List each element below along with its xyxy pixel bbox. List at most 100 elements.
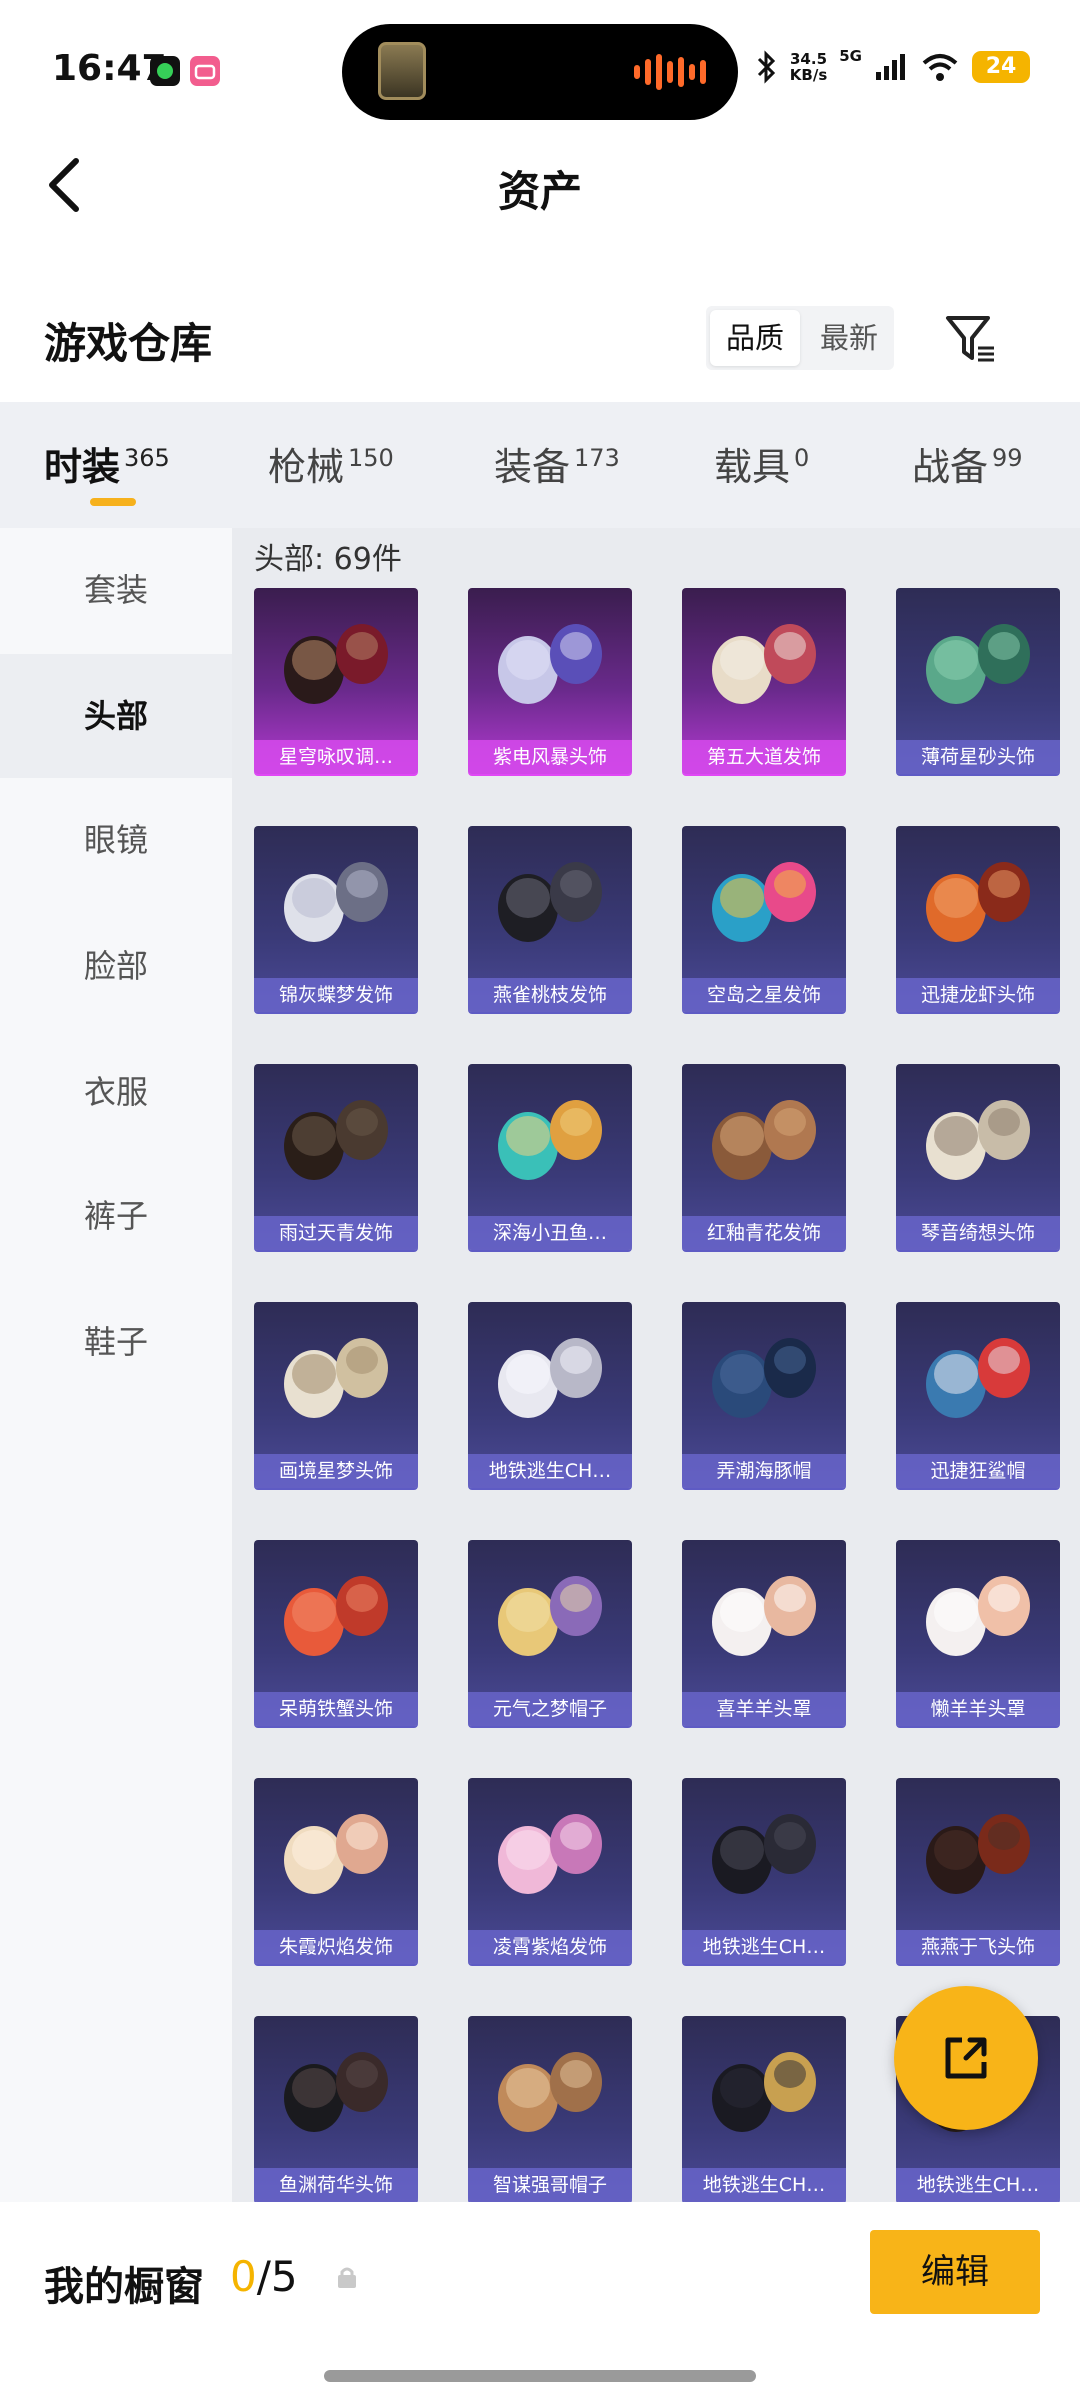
share-button[interactable] (894, 1986, 1038, 2130)
tab-fashion[interactable]: 时装 365 (44, 436, 170, 491)
headwear-icon (498, 1814, 602, 1894)
grid-item-card[interactable]: 凌霄紫焰发饰 (468, 1778, 632, 1964)
grid-item-label: 燕燕于飞头饰 (896, 1930, 1060, 1964)
grid-item-label: 地铁逃生CH… (896, 2168, 1060, 2202)
showcase-count: 0/5 (230, 2252, 298, 2301)
bilibili-icon (190, 56, 220, 86)
warehouse-title: 游戏仓库 (44, 319, 213, 368)
filter-button[interactable] (940, 308, 1000, 368)
headwear-icon (926, 624, 1030, 704)
grid-item-card[interactable]: 懒羊羊头罩 (896, 1540, 1060, 1726)
grid-item-label: 第五大道发饰 (682, 740, 846, 774)
headwear-icon (712, 2052, 816, 2132)
grid-item-label: 琴音绮想头饰 (896, 1216, 1060, 1250)
grid-item-card[interactable]: 画境星梦头饰 (254, 1302, 418, 1488)
headwear-icon (284, 1338, 388, 1418)
tab-vehicles[interactable]: 载具 0 (714, 436, 809, 491)
sidebar-item-clothes[interactable]: 衣服 (0, 1030, 232, 1154)
grid-item-card[interactable]: 燕燕于飞头饰 (896, 1778, 1060, 1964)
grid-item-card[interactable]: 薄荷星砂头饰 (896, 588, 1060, 774)
headwear-icon (712, 1338, 816, 1418)
headwear-icon (926, 1814, 1030, 1894)
headwear-icon (498, 1338, 602, 1418)
headwear-icon (284, 624, 388, 704)
headwear-icon (712, 1814, 816, 1894)
headwear-icon (284, 1576, 388, 1656)
grid-item-label: 弄潮海豚帽 (682, 1454, 846, 1488)
sidebar-item-pants[interactable]: 裤子 (0, 1154, 232, 1278)
grid-item-card[interactable]: 喜羊羊头罩 (682, 1540, 846, 1726)
headwear-icon (712, 862, 816, 942)
grid-item-label: 星穹咏叹调… (254, 740, 418, 774)
grid-item-card[interactable]: 第五大道发饰 (682, 588, 846, 774)
headwear-icon (926, 1338, 1030, 1418)
headwear-icon (926, 1576, 1030, 1656)
headwear-icon (712, 1576, 816, 1656)
grid-item-label: 元气之梦帽子 (468, 1692, 632, 1726)
grid-item-label: 空岛之星发饰 (682, 978, 846, 1012)
grid-item-card[interactable]: 星穹咏叹调… (254, 588, 418, 774)
signal-icon (876, 54, 905, 80)
grid-item-card[interactable]: 弄潮海豚帽 (682, 1302, 846, 1488)
sort-quality-option[interactable]: 品质 (710, 310, 800, 366)
grid-count-label: 头部: 69件 (254, 542, 402, 577)
grid-item-label: 迅捷狂鲨帽 (896, 1454, 1060, 1488)
battery-indicator: 24 (972, 51, 1030, 83)
headwear-icon (926, 1100, 1030, 1180)
tab-tactical[interactable]: 战备 99 (912, 436, 1023, 491)
headwear-icon (284, 1100, 388, 1180)
grid-item-label: 地铁逃生CH… (682, 2168, 846, 2202)
grid-item-card[interactable]: 迅捷狂鲨帽 (896, 1302, 1060, 1488)
grid-item-card[interactable]: 迅捷龙虾头饰 (896, 826, 1060, 1012)
wifi-icon (922, 54, 958, 81)
grid-item-label: 迅捷龙虾头饰 (896, 978, 1060, 1012)
category-tabs: 时装 365 枪械 150 装备 173 载具 0 战备 99 (0, 402, 1080, 528)
grid-item-card[interactable]: 紫电风暴头饰 (468, 588, 632, 774)
grid-item-card[interactable]: 智谋强哥帽子 (468, 2016, 632, 2202)
grid-item-label: 智谋强哥帽子 (468, 2168, 632, 2202)
headwear-icon (498, 1100, 602, 1180)
grid-item-card[interactable]: 燕雀桃枝发饰 (468, 826, 632, 1012)
grid-item-label: 懒羊羊头罩 (896, 1692, 1060, 1726)
grid-item-card[interactable]: 深海小丑鱼… (468, 1064, 632, 1250)
grid-item-card[interactable]: 鱼渊荷华头饰 (254, 2016, 418, 2202)
grid-item-card[interactable]: 地铁逃生CH… (468, 1302, 632, 1488)
showcase-label: 我的橱窗 (44, 2264, 204, 2310)
headwear-icon (926, 862, 1030, 942)
grid-item-label: 地铁逃生CH… (468, 1454, 632, 1488)
grid-item-label: 地铁逃生CH… (682, 1930, 846, 1964)
sidebar-item-shoes[interactable]: 鞋子 (0, 1280, 232, 1404)
sidebar-item-glasses[interactable]: 眼镜 (0, 778, 232, 902)
edit-button[interactable]: 编辑 (870, 2230, 1040, 2314)
sort-latest-option[interactable]: 最新 (804, 306, 894, 370)
media-thumbnail (378, 42, 426, 100)
tab-equipment[interactable]: 装备 173 (494, 436, 620, 491)
home-indicator[interactable] (324, 2370, 756, 2382)
item-grid: 头部: 69件 星穹咏叹调… 紫电风暴头饰 第五大道发饰 薄荷星砂头饰锦灰蝶梦发饰 燕雀… (232, 528, 1080, 2202)
grid-item-label: 紫电风暴头饰 (468, 740, 632, 774)
wechat-icon (150, 56, 180, 86)
sidebar-item-face[interactable]: 脸部 (0, 904, 232, 1028)
grid-item-card[interactable]: 地铁逃生CH… (682, 1778, 846, 1964)
grid-item-card[interactable]: 朱霞炽焰发饰 (254, 1778, 418, 1964)
headwear-icon (498, 1576, 602, 1656)
grid-item-label: 凌霄紫焰发饰 (468, 1930, 632, 1964)
grid-item-card[interactable]: 红釉青花发饰 (682, 1064, 846, 1250)
grid-item-card[interactable]: 元气之梦帽子 (468, 1540, 632, 1726)
grid-item-label: 朱霞炽焰发饰 (254, 1930, 418, 1964)
tab-firearms[interactable]: 枪械 150 (268, 436, 394, 491)
grid-item-card[interactable]: 雨过天青发饰 (254, 1064, 418, 1250)
sidebar-item-head[interactable]: 头部 (0, 654, 232, 778)
lock-icon (338, 2267, 356, 2288)
grid-item-card[interactable]: 锦灰蝶梦发饰 (254, 826, 418, 1012)
grid-item-card[interactable]: 呆萌铁蟹头饰 (254, 1540, 418, 1726)
headwear-icon (712, 624, 816, 704)
sidebar-item-suit[interactable]: 套装 (0, 528, 232, 652)
grid-item-card[interactable]: 琴音绮想头饰 (896, 1064, 1060, 1250)
grid-item-card[interactable]: 地铁逃生CH… (682, 2016, 846, 2202)
dynamic-island[interactable] (342, 24, 738, 120)
grid-item-label: 喜羊羊头罩 (682, 1692, 846, 1726)
grid-item-label: 红釉青花发饰 (682, 1216, 846, 1250)
grid-item-label: 燕雀桃枝发饰 (468, 978, 632, 1012)
grid-item-card[interactable]: 空岛之星发饰 (682, 826, 846, 1012)
